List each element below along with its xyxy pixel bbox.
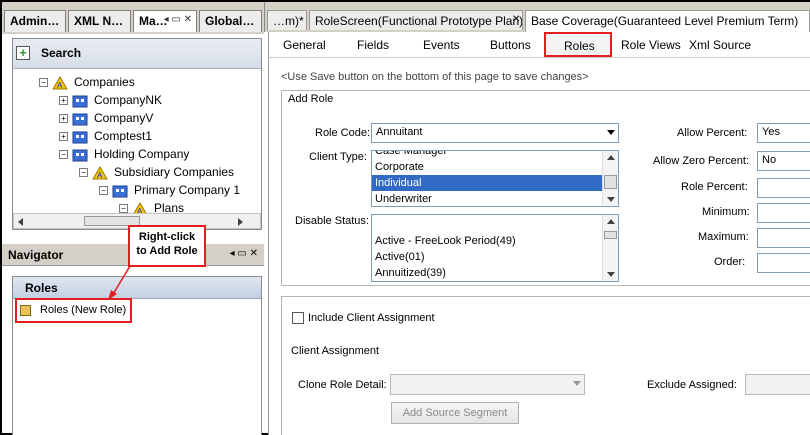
order-input[interactable] — [757, 253, 810, 273]
scroll-up-icon[interactable] — [607, 219, 615, 224]
list-item[interactable]: Annuitized(39) — [372, 265, 618, 281]
tab-buttons[interactable]: Buttons — [490, 38, 531, 52]
client-assignment-title: Client Assignment — [291, 345, 380, 357]
add-source-segment-button[interactable]: Add Source Segment — [391, 402, 519, 424]
svg-text:A: A — [57, 81, 63, 90]
client-type-scrollbar[interactable] — [602, 151, 618, 206]
close-icon[interactable]: ✕ — [512, 14, 520, 25]
navigator-title: Navigator — [8, 248, 64, 262]
company-icon — [112, 184, 128, 198]
search-label: Search — [41, 46, 82, 60]
expand-icon[interactable]: + — [59, 132, 68, 142]
company-icon — [72, 148, 88, 162]
add-role-title: Add Role — [288, 93, 334, 105]
order-label: Order: — [714, 256, 746, 268]
list-item[interactable] — [372, 217, 618, 233]
annotation-callout: Right-click to Add Role — [128, 225, 206, 267]
tab-base-coverage[interactable]: Base Coverage(Guaranteed Level Premium T… — [525, 10, 810, 32]
client-type-listbox[interactable]: Case Manager Corporate Individual Underw… — [371, 150, 619, 207]
maximum-input[interactable] — [757, 228, 810, 248]
expand-icon[interactable]: + — [59, 96, 68, 106]
collapse-icon[interactable]: − — [79, 168, 88, 178]
tree-node-plans[interactable]: − A Plans — [119, 199, 184, 213]
role-percent-input[interactable] — [757, 178, 810, 198]
tab-admin[interactable]: Admin… — [4, 10, 66, 32]
scroll-up-icon[interactable] — [607, 155, 615, 160]
expand-icon[interactable]: + — [59, 114, 68, 124]
chevron-down-icon — [573, 381, 581, 386]
tree-node-company[interactable]: + CompanyNK — [59, 91, 162, 109]
search-bar[interactable]: + Search — [13, 39, 261, 69]
company-icon — [72, 112, 88, 126]
scroll-left-icon[interactable] — [18, 218, 23, 226]
list-item[interactable]: Active - FreeLook Period(49) — [372, 233, 618, 249]
scroll-down-icon[interactable] — [607, 197, 615, 202]
maximum-label: Maximum: — [698, 231, 749, 243]
list-item[interactable]: Case Manager — [372, 151, 618, 159]
plus-icon[interactable]: + — [16, 46, 30, 60]
list-item-selected[interactable]: Individual — [372, 175, 602, 191]
tree-node-company[interactable]: + CompanyV — [59, 109, 153, 127]
tab-main[interactable]: Ma… ◂ ▭ ✕ — [133, 10, 197, 32]
role-icon — [20, 305, 31, 316]
tab-controls[interactable]: ◂ ▭ ✕ — [164, 14, 192, 25]
chevron-down-icon — [607, 130, 615, 135]
role-percent-label: Role Percent: — [681, 181, 748, 193]
tab-rolescreen[interactable]: RoleScreen(Functional Prototype Plan) ✕ — [309, 10, 523, 30]
list-item[interactable]: Underwriter — [372, 191, 618, 206]
tab-xml-navigator[interactable]: XML N… — [68, 10, 131, 32]
allow-percent-select[interactable]: Yes — [757, 123, 810, 143]
tab-xml-source[interactable]: Xml Source — [689, 38, 751, 52]
tab-roles[interactable]: Roles — [544, 32, 612, 57]
disable-status-listbox[interactable]: Active - FreeLook Period(49) Active(01) … — [371, 214, 619, 282]
disable-status-label: Disable Status: — [295, 215, 369, 227]
allow-zero-percent-label: Allow Zero Percent: — [653, 155, 749, 167]
minimum-input[interactable] — [757, 203, 810, 223]
role-code-label: Role Code: — [315, 127, 371, 139]
clone-role-detail-label: Clone Role Detail: — [298, 379, 387, 391]
disable-status-scrollbar[interactable] — [602, 215, 618, 281]
collapse-icon[interactable]: − — [59, 150, 68, 160]
svg-text:A: A — [97, 171, 103, 180]
exclude-assigned-label: Exclude Assigned: — [647, 379, 737, 391]
companies-folder-icon: A — [52, 75, 68, 90]
explorer-panel: + Search − A Companies + CompanyNK + Company… — [12, 38, 262, 230]
scroll-thumb[interactable] — [604, 175, 617, 189]
list-item[interactable]: Active(01) — [372, 249, 618, 265]
tree-node-primary-company[interactable]: − Primary Company 1 — [99, 181, 240, 199]
tab-role-views[interactable]: Role Views — [621, 38, 681, 52]
list-item[interactable]: Corporate — [372, 159, 618, 175]
navigator-controls[interactable]: ◂ ▭ ✕ — [230, 248, 258, 259]
role-code-select[interactable]: Annuitant — [371, 123, 619, 143]
collapse-icon[interactable]: − — [99, 186, 108, 196]
tree-node-company[interactable]: + Comptest1 — [59, 127, 152, 145]
collapse-icon[interactable]: − — [39, 78, 48, 88]
company-icon — [72, 130, 88, 144]
tree-node-holding-company[interactable]: − Holding Company — [59, 145, 189, 163]
exclude-assigned-select[interactable] — [745, 374, 810, 395]
tab-events[interactable]: Events — [423, 38, 460, 52]
allow-percent-label: Allow Percent: — [677, 127, 748, 139]
include-client-assignment-checkbox[interactable] — [292, 312, 304, 324]
scroll-down-icon[interactable] — [607, 272, 615, 277]
minimum-label: Minimum: — [702, 206, 750, 218]
company-icon — [72, 94, 88, 108]
scroll-right-icon[interactable] — [238, 218, 243, 226]
tab-fields[interactable]: Fields — [357, 38, 389, 52]
tab-global[interactable]: Global… — [199, 10, 262, 32]
tree-node-subsidiary-companies[interactable]: − A Subsidiary Companies — [79, 163, 234, 181]
scroll-thumb[interactable] — [604, 231, 617, 239]
tab-general[interactable]: General — [283, 38, 326, 52]
folder-icon: A — [92, 165, 108, 180]
allow-zero-percent-select[interactable]: No — [757, 151, 810, 171]
folder-icon: A — [132, 201, 148, 213]
collapse-icon[interactable]: − — [119, 204, 128, 213]
clone-role-detail-select[interactable] — [390, 374, 585, 395]
tree-node-companies[interactable]: − A Companies — [39, 73, 135, 91]
annotation-arrow — [108, 265, 131, 300]
include-client-assignment-label: Include Client Assignment — [308, 312, 435, 324]
save-hint: <Use Save button on the bottom of this p… — [281, 71, 589, 83]
tab-editor-1[interactable]: …m)* — [267, 10, 307, 30]
client-type-label: Client Type: — [309, 151, 367, 163]
